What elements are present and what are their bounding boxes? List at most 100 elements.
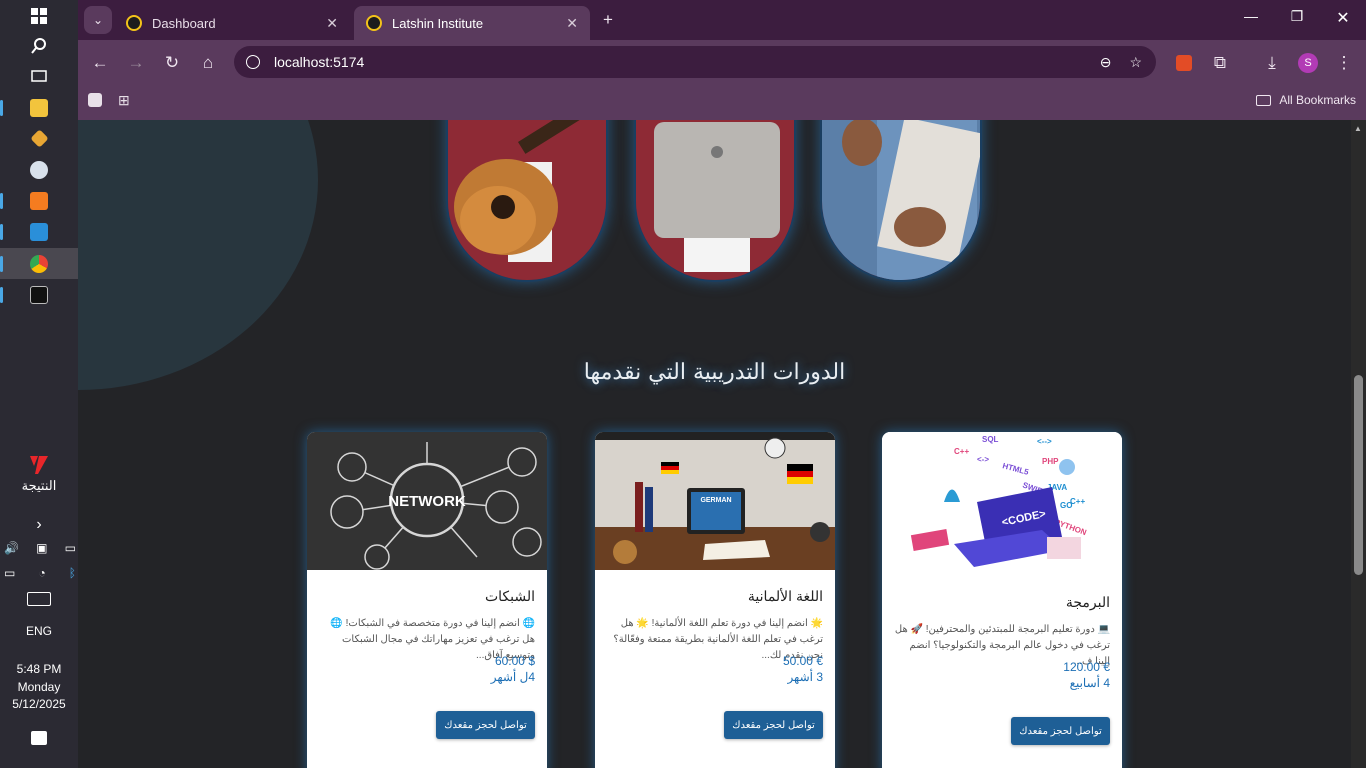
git-icon [29, 129, 49, 148]
system-tray-row2[interactable]: ▭ ◔ ᛒ [4, 566, 76, 580]
forward-button[interactable]: → [122, 49, 150, 77]
bluetooth-icon[interactable]: ᛒ [69, 566, 76, 580]
tab-label: Latshin Institute [392, 15, 484, 31]
notifications-icon[interactable] [31, 731, 47, 745]
wifi-icon[interactable]: ◔ [38, 566, 45, 580]
svg-text:<->: <-> [977, 455, 989, 464]
course-image-german: GERMAN [595, 432, 835, 570]
taskbar-app-chrome[interactable] [0, 248, 78, 279]
taskbar-file-explorer[interactable] [0, 92, 78, 123]
zoom-icon[interactable]: ⊖ [1100, 54, 1112, 71]
taskbar-app-git[interactable] [0, 123, 78, 154]
language-indicator[interactable]: ENG [0, 624, 78, 638]
background-decoration [78, 120, 318, 390]
sidebar-toggle-icon[interactable] [88, 93, 102, 107]
scrollbar-thumb[interactable] [1354, 375, 1363, 575]
course-title: اللغة الألمانية [747, 588, 823, 604]
back-button[interactable]: ← [86, 49, 114, 77]
svg-text:SQL: SQL [982, 435, 999, 444]
all-bookmarks-label: All Bookmarks [1279, 93, 1356, 107]
brand-label[interactable]: النتيجة [0, 478, 78, 494]
bookmark-star-icon[interactable]: ☆ [1129, 54, 1142, 71]
clock-day[interactable]: Monday [0, 680, 78, 694]
svg-text:PHP: PHP [1042, 457, 1059, 466]
taskbar-app-xampp[interactable] [0, 185, 78, 216]
paint-icon [30, 160, 48, 179]
task-view-icon [31, 69, 47, 82]
course-price: 50.00 € [782, 654, 823, 668]
taskbar-app-paint[interactable] [0, 154, 78, 185]
course-card-german[interactable]: GERMAN اللغة الألمانية 🌟 انضم إلينا في د… [595, 432, 835, 768]
close-window-button[interactable]: ✕ [1320, 8, 1366, 28]
close-icon[interactable]: ✕ [566, 15, 578, 32]
clock-date[interactable]: 5/12/2025 [0, 697, 78, 711]
hero-photo-laptop [634, 120, 796, 282]
svg-text:<-->: <--> [1037, 437, 1052, 446]
tab-label: Dashboard [152, 15, 216, 31]
minimize-button[interactable]: — [1228, 8, 1274, 24]
site-favicon-icon [126, 15, 142, 31]
book-seat-button[interactable]: تواصل لحجز مقعدك [1011, 717, 1110, 745]
all-bookmarks-button[interactable]: All Bookmarks [1256, 93, 1356, 107]
page-scrollbar[interactable]: ▲ [1351, 120, 1366, 768]
maximize-button[interactable]: ❐ [1274, 8, 1320, 25]
clock-time[interactable]: 5:48 PM [0, 662, 78, 676]
course-card-programming[interactable]: SQL <--> C++ HTML5 PHP <-> SWIFT JAVA C++ GO … [882, 432, 1122, 768]
page-content: الدورات التدريبية التي نقدمها NETWORK ال… [78, 120, 1351, 768]
book-seat-button[interactable]: تواصل لحجز مقعدك [724, 711, 823, 739]
svg-text:C++: C++ [954, 447, 969, 456]
search-button[interactable] [0, 30, 78, 61]
battery-icon[interactable]: ▭ [4, 566, 15, 580]
course-title: البرمجة [1065, 594, 1110, 610]
folder-icon [30, 98, 48, 117]
course-price: 120.00 € [1063, 660, 1110, 674]
site-favicon-icon [366, 15, 382, 31]
chevron-right-icon[interactable]: › [0, 516, 78, 534]
vscode-icon [30, 222, 48, 241]
apps-grid-icon[interactable]: ⊞ [118, 92, 130, 109]
taskbar-app-vscode[interactable] [0, 216, 78, 247]
course-image-programming: SQL <--> C++ HTML5 PHP <-> SWIFT JAVA C++ GO … [882, 432, 1122, 576]
keyboard-icon[interactable] [27, 592, 51, 606]
start-button[interactable] [0, 0, 78, 31]
hero-photo-guitar [446, 120, 608, 282]
taskbar-app-terminal[interactable] [0, 279, 78, 310]
home-button[interactable]: ⌂ [194, 49, 222, 77]
tab-search-button[interactable]: ⌄ [84, 6, 112, 34]
new-tab-button[interactable]: + [594, 6, 622, 34]
course-card-networks[interactable]: NETWORK الشبكات 🌐 انضم إلينا في دورة متخ… [307, 432, 547, 768]
extension-icon[interactable] [1170, 49, 1198, 77]
tab-latshin-institute[interactable]: Latshin Institute ✕ [354, 6, 590, 40]
tab-strip: ⌄ Dashboard ✕ Latshin Institute ✕ + — ❐ … [78, 0, 1366, 40]
network-image-label: NETWORK [388, 493, 466, 510]
reload-button[interactable]: ↻ [158, 49, 186, 77]
course-duration: 3 أشهر [787, 670, 823, 684]
display-icon[interactable]: ▣ [36, 541, 47, 555]
camera-icon[interactable]: ▭ [65, 541, 76, 555]
volume-icon[interactable]: 🔊 [4, 541, 19, 555]
address-bar[interactable]: localhost:5174 ⊖ ☆ [234, 46, 1156, 78]
course-duration: 4 أسابيع [1069, 676, 1110, 690]
scroll-up-arrow-icon[interactable]: ▲ [1354, 124, 1362, 133]
system-tray[interactable]: 🔊 ▣ ▭ [4, 541, 76, 555]
tab-dashboard[interactable]: Dashboard ✕ [114, 6, 350, 40]
close-icon[interactable]: ✕ [326, 15, 338, 32]
book-seat-button[interactable]: تواصل لحجز مقعدك [436, 711, 535, 739]
course-price: 60.00 $ [494, 654, 535, 668]
terminal-icon [30, 285, 48, 304]
course-title: الشبكات [484, 588, 535, 604]
section-title: الدورات التدريبية التي نقدمها [583, 360, 846, 385]
task-view-button[interactable] [0, 60, 78, 91]
browser-toolbar: ← → ↻ ⌂ localhost:5174 ⊖ ☆ ⧉ ⤓ S ⋮ [78, 40, 1366, 86]
german-image-label: GERMAN [700, 497, 731, 504]
bookmarks-bar: ⊞ All Bookmarks [78, 86, 1366, 120]
course-image-networks: NETWORK [307, 432, 547, 570]
extensions-puzzle-icon[interactable]: ⧉ [1206, 49, 1234, 77]
download-icon[interactable]: ⤓ [1258, 49, 1286, 77]
site-info-icon[interactable] [246, 55, 260, 69]
brand-logo-icon [27, 452, 51, 476]
menu-kebab-icon[interactable]: ⋮ [1330, 49, 1358, 77]
xampp-icon [30, 191, 48, 210]
profile-avatar[interactable]: S [1294, 49, 1322, 77]
taskbar: النتيجة › 🔊 ▣ ▭ ▭ ◔ ᛒ ENG 5:48 PM Monday 5/1… [0, 0, 78, 768]
